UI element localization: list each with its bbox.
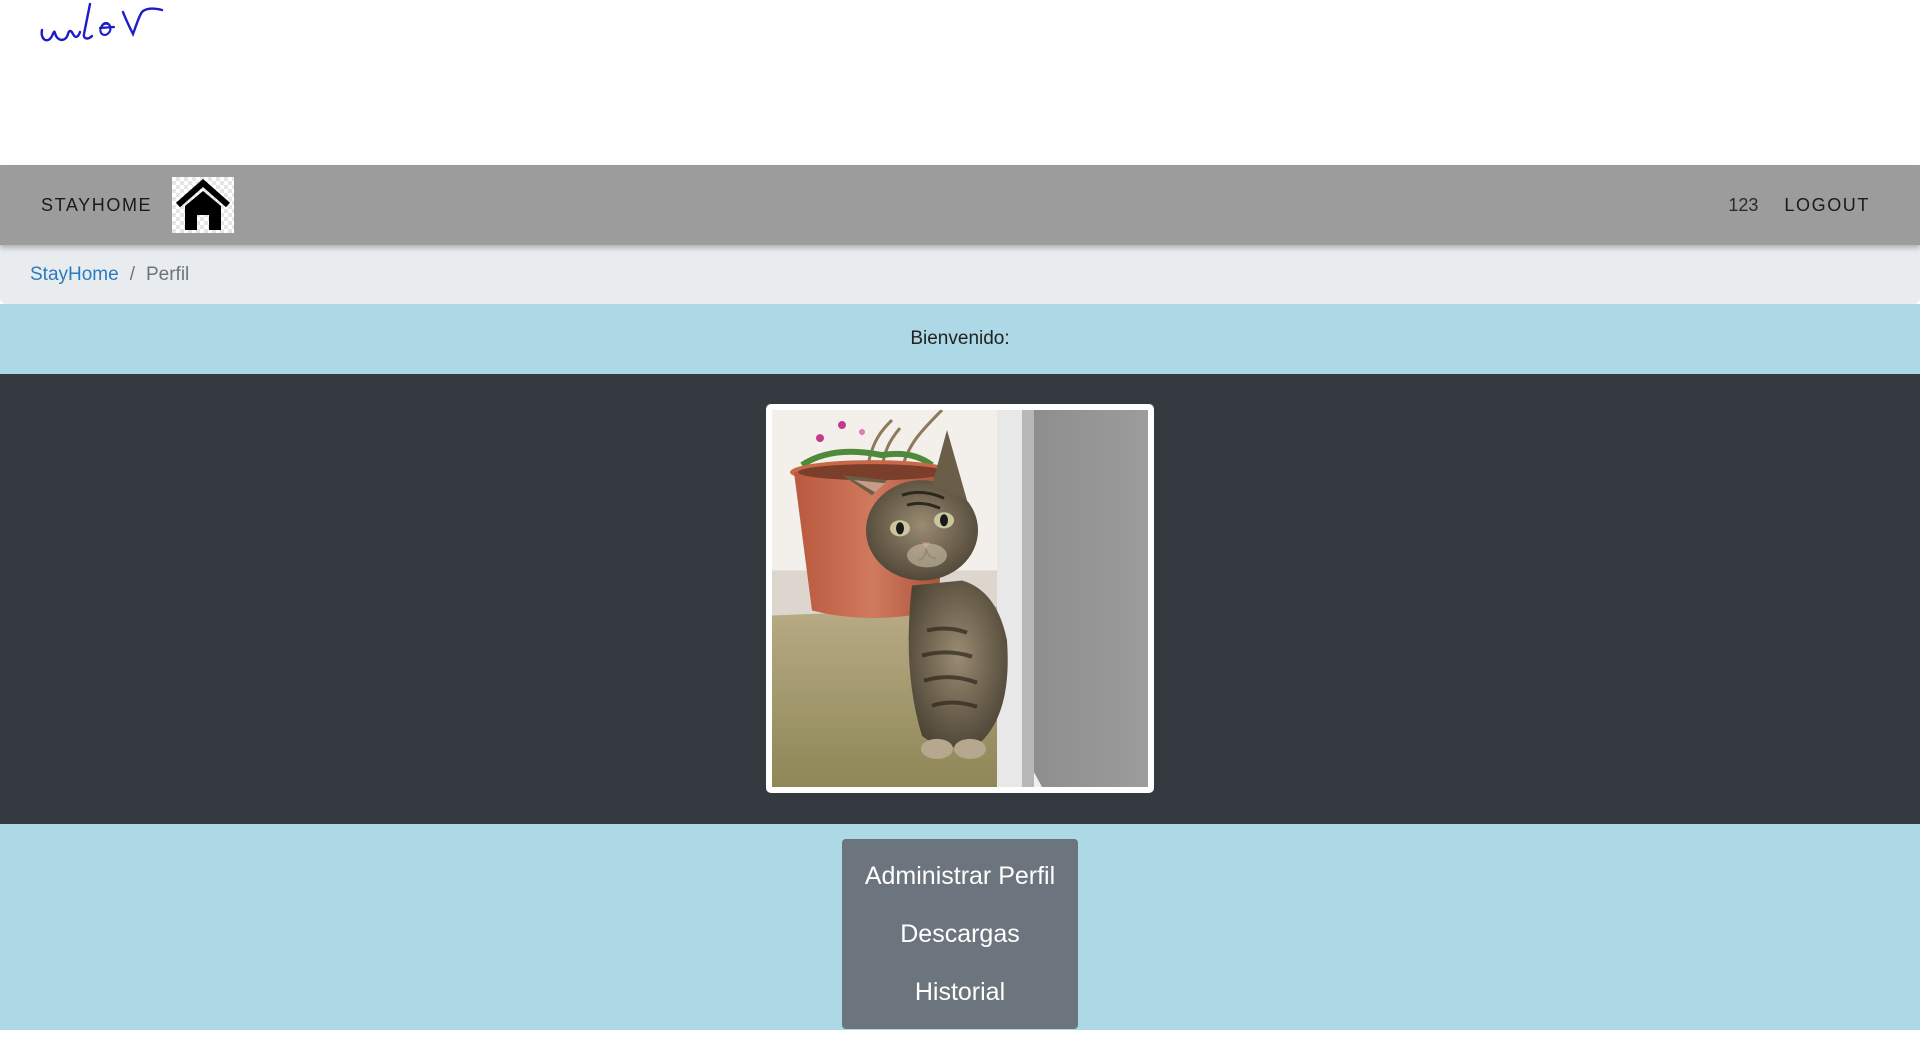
menu-item-administrar-perfil[interactable]: Administrar Perfil <box>842 847 1078 905</box>
profile-menu: Administrar Perfil Descargas Historial <box>842 839 1078 1029</box>
welcome-banner: Bienvenido: <box>0 304 1920 374</box>
profile-photo <box>772 410 1148 787</box>
menu-item-descargas[interactable]: Descargas <box>842 905 1078 963</box>
welcome-text: Bienvenido: <box>910 328 1010 349</box>
menu-item-historial[interactable]: Historial <box>842 963 1078 1021</box>
breadcrumb-separator: / <box>129 263 135 285</box>
navbar: STAYHOME 123 LOGOUT <box>0 165 1920 245</box>
breadcrumb: StayHome / Perfil <box>0 245 1920 304</box>
handwritten-scribble <box>40 2 164 42</box>
username-label: 123 <box>1728 194 1759 215</box>
house-icon[interactable] <box>172 177 235 233</box>
breadcrumb-current: Perfil <box>145 263 190 285</box>
nav-right: 123 LOGOUT <box>1728 195 1870 216</box>
profile-photo-section <box>0 374 1920 824</box>
logout-button[interactable]: LOGOUT <box>1784 195 1870 216</box>
profile-photo-frame <box>766 404 1154 793</box>
breadcrumb-home-link[interactable]: StayHome <box>30 264 119 286</box>
profile-menu-section: Administrar Perfil Descargas Historial <box>0 824 1920 1030</box>
top-blank-area <box>0 0 1920 165</box>
brand-link[interactable]: STAYHOME <box>41 195 152 216</box>
